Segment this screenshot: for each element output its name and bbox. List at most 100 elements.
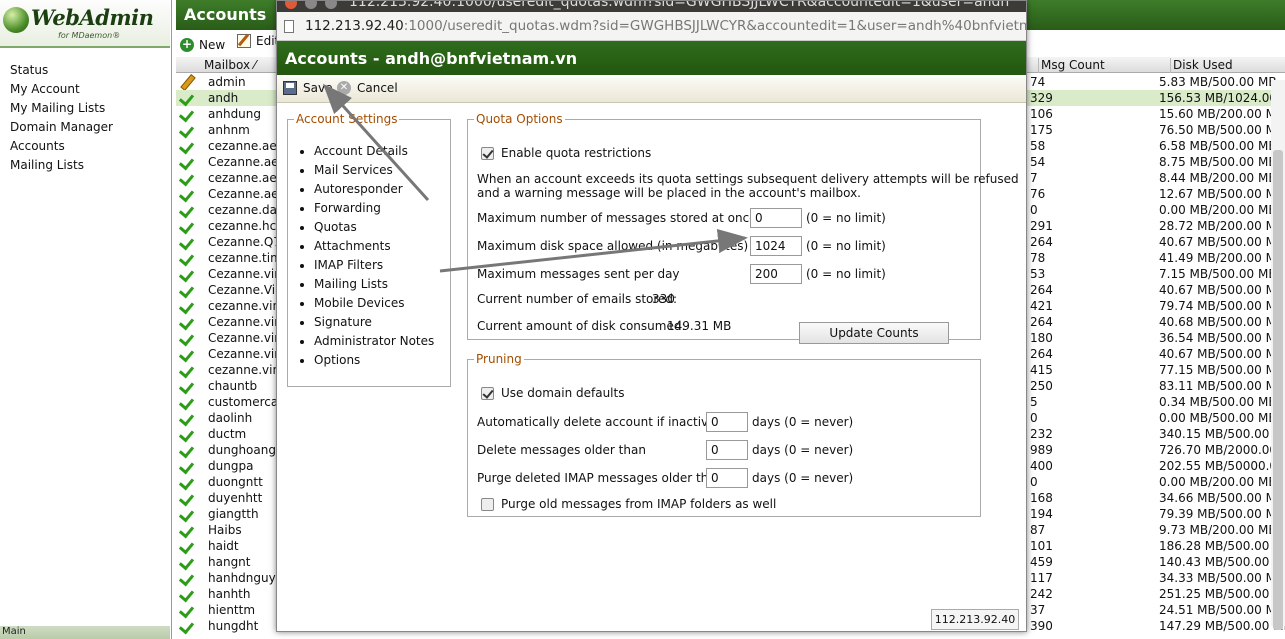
msg-count-cell: 58 [1030,139,1046,153]
mailbox-cell: hangnt [208,555,251,569]
scrollbar-thumb[interactable] [1273,150,1283,630]
nav-item-mailing-lists[interactable]: Mailing Lists [10,156,113,175]
save-icon [283,81,297,95]
edit-button[interactable]: Edit [237,34,279,48]
disk-used-cell: 79.74 MB/500.00 MB [1159,299,1285,313]
nav-item-status[interactable]: Status [10,61,113,80]
disk-used-cell: 726.70 MB/2000.00 MB [1159,443,1285,457]
purge-old-imap-checkbox[interactable] [481,498,494,511]
settings-link-imap-filters[interactable]: IMAP Filters [314,256,450,275]
msg-count-cell: 232 [1030,427,1053,441]
enable-quota-checkbox[interactable] [481,147,494,160]
vertical-scrollbar[interactable] [1271,80,1285,630]
settings-link-autoresponder[interactable]: Autoresponder [314,180,450,199]
check-icon [180,107,194,121]
settings-link-mail-services[interactable]: Mail Services [314,161,450,180]
update-counts-button[interactable]: Update Counts [799,322,949,344]
mailbox-cell: cezanne.vinc [208,299,287,313]
max-disk-hint: (0 = no limit) [806,239,886,253]
inactive-delete-label: Automatically delete account if inactive… [477,415,736,429]
nav-item-accounts[interactable]: Accounts [10,137,113,156]
accounts-toolbar: + New Edit [176,34,283,56]
check-icon [180,283,194,297]
address-bar[interactable]: 112.213.92.40:1000/useredit_quotas.wdm?s… [277,12,1026,41]
check-icon [180,475,194,489]
mailbox-cell: dunghoang [208,443,276,457]
mailbox-cell: hanhth [208,587,251,601]
webadmin-logo[interactable]: WebAdmin for MDaemon® [0,0,170,48]
check-icon [180,411,194,425]
quota-note-line1: When an account exceeds its quota settin… [477,172,1019,186]
save-button[interactable]: Save [283,81,332,95]
msg-count-cell: 459 [1030,555,1053,569]
check-icon [180,427,194,441]
check-icon [180,315,194,329]
page-icon [284,20,294,33]
disk-used-cell: 40.67 MB/500.00 MB [1159,347,1285,361]
inactive-days-input[interactable]: 0 [706,412,748,432]
settings-link-mailing-lists[interactable]: Mailing Lists [314,275,450,294]
purge-imap-input[interactable]: 0 [706,468,748,488]
settings-link-signature[interactable]: Signature [314,313,450,332]
check-icon [180,379,194,393]
new-button[interactable]: + New [180,38,225,52]
quota-options-legend: Quota Options [476,112,563,126]
check-icon [180,267,194,281]
settings-link-mobile-devices[interactable]: Mobile Devices [314,294,450,313]
settings-link-forwarding[interactable]: Forwarding [314,199,450,218]
column-mailbox[interactable]: Mailbox ⁄ [204,58,256,72]
account-edit-window: 112.213.92.40:1000/useredit_quotas.wdm?s… [276,0,1027,632]
check-icon [180,539,194,553]
close-window-icon[interactable] [285,1,297,9]
window-titlebar[interactable]: 112.213.92.40:1000/useredit_quotas.wdm?s… [277,1,1026,12]
settings-link-administrator-notes[interactable]: Administrator Notes [314,332,450,351]
check-icon [180,91,194,105]
minimize-window-icon[interactable] [305,1,317,9]
cancel-button[interactable]: ✕ Cancel [337,81,398,95]
disk-used-cell: 7.15 MB/500.00 MB [1159,267,1277,281]
delete-older-hint: days (0 = never) [752,443,854,457]
url-text[interactable]: 112.213.92.40:1000/useredit_quotas.wdm?s… [305,18,1026,34]
settings-link-attachments[interactable]: Attachments [314,237,450,256]
delete-older-label: Delete messages older than [477,443,646,457]
column-msg-count[interactable]: Msg Count [1038,58,1105,73]
msg-count-cell: 0 [1030,203,1038,217]
max-sent-input[interactable]: 200 [750,264,802,284]
popup-toolbar: Save ✕ Cancel [277,77,1026,103]
check-icon [180,395,194,409]
check-icon [180,155,194,169]
disk-used-cell: 140.43 MB/500.00 MB [1159,555,1285,569]
check-icon [180,523,194,537]
disk-used-cell: 8.75 MB/500.00 MB [1159,155,1277,169]
mailbox-cell: admin [208,75,246,89]
disk-used-cell: 186.28 MB/500.00 MB [1159,539,1285,553]
msg-count-cell: 74 [1030,75,1046,89]
mailbox-cell: andh [208,91,239,105]
column-disk-used[interactable]: Disk Used [1170,58,1233,73]
settings-link-options[interactable]: Options [314,351,450,370]
account-settings-panel: Account Settings Account Details Mail Se… [287,112,451,387]
delete-older-input[interactable]: 0 [706,440,748,460]
settings-link-account-details[interactable]: Account Details [314,142,450,161]
mailbox-cell: anhnm [208,123,250,137]
mailbox-cell: ductm [208,427,247,441]
use-domain-defaults-checkbox[interactable] [481,387,494,400]
maximize-window-icon[interactable] [325,1,337,9]
add-icon: + [180,37,194,52]
max-disk-input[interactable]: 1024 [750,236,802,256]
mailbox-cell: chauntb [208,379,258,393]
disk-used-cell: 0.00 MB/500.00 MB [1159,411,1277,425]
nav-item-my-mailing-lists[interactable]: My Mailing Lists [10,99,113,118]
msg-count-cell: 415 [1030,363,1053,377]
max-messages-input[interactable]: 0 [750,208,802,228]
purge-imap-label: Purge deleted IMAP messages older than [477,471,724,485]
check-icon [180,331,194,345]
msg-count-cell: 37 [1030,603,1046,617]
nav-item-domain-manager[interactable]: Domain Manager [10,118,113,137]
settings-link-quotas[interactable]: Quotas [314,218,450,237]
msg-count-cell: 400 [1030,459,1053,473]
check-icon [180,571,194,585]
disk-used-cell: 202.55 MB/50000.00 MB [1159,459,1285,473]
disk-used-cell: 40.68 MB/500.00 MB [1159,315,1285,329]
nav-item-my-account[interactable]: My Account [10,80,113,99]
